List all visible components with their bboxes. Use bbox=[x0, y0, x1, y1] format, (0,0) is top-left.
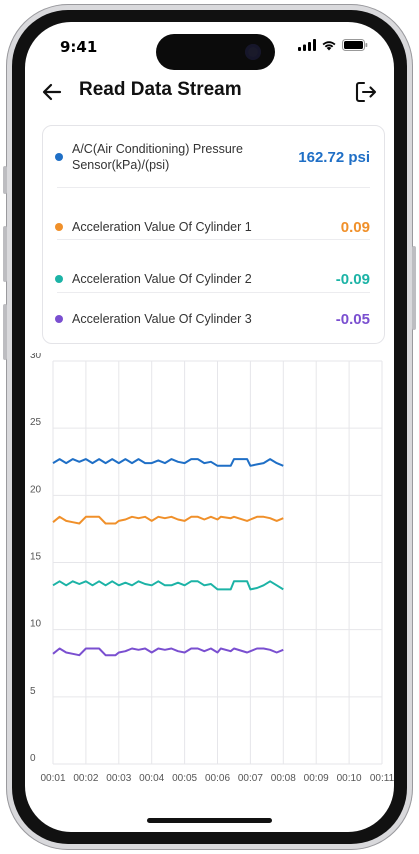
series-line bbox=[52, 458, 284, 467]
volume-down-button bbox=[3, 304, 7, 360]
readings-card: A/C(Air Conditioning) Pressure Sensor(kP… bbox=[42, 125, 385, 344]
reading-row[interactable]: A/C(Air Conditioning) Pressure Sensor(kP… bbox=[55, 140, 370, 174]
app-screen: 9:41 Read Data Stream A/C(Air Conditioni… bbox=[25, 22, 394, 832]
battery-icon bbox=[342, 39, 368, 51]
y-tick-label: 0 bbox=[30, 753, 36, 764]
reading-row[interactable]: Acceleration Value Of Cylinder 2 -0.09 bbox=[55, 265, 370, 293]
x-tick-label: 00:07 bbox=[238, 773, 263, 784]
x-tick-label: 00:11 bbox=[370, 773, 394, 784]
power-button bbox=[412, 246, 416, 330]
volume-up-button bbox=[3, 226, 7, 282]
divider bbox=[57, 292, 370, 293]
wifi-icon bbox=[322, 41, 336, 51]
reading-label: Acceleration Value Of Cylinder 1 bbox=[72, 220, 252, 234]
x-tick-label: 00:04 bbox=[139, 773, 164, 784]
chart-svg: 0 5 10 15 20 25 30 00:01 00:02 00:03 00:04 00:05 00:… bbox=[30, 350, 394, 784]
series-dot bbox=[55, 315, 63, 323]
x-tick-label: 00:03 bbox=[106, 773, 131, 784]
status-time: 9:41 bbox=[60, 38, 98, 56]
exit-icon[interactable] bbox=[353, 79, 379, 105]
y-tick-label: 5 bbox=[30, 686, 36, 697]
divider bbox=[57, 239, 370, 240]
y-tick-label: 30 bbox=[30, 353, 42, 361]
page-title: Read Data Stream bbox=[79, 79, 242, 100]
x-tick-label: 00:05 bbox=[172, 773, 197, 784]
signal-icon bbox=[298, 39, 316, 51]
status-icons bbox=[298, 39, 368, 51]
y-tick-label: 25 bbox=[30, 417, 42, 428]
x-tick-label: 00:02 bbox=[73, 773, 98, 784]
reading-row[interactable]: Acceleration Value Of Cylinder 1 0.09 bbox=[55, 213, 370, 241]
y-tick-label: 15 bbox=[30, 552, 42, 563]
reading-value: 162.72 psi bbox=[298, 148, 370, 166]
line-chart: 0 5 10 15 20 25 30 00:01 00:02 00:03 00:04 00:05 00:… bbox=[25, 350, 394, 793]
series-line bbox=[52, 647, 284, 657]
divider bbox=[57, 187, 370, 188]
x-tick-label: 00:08 bbox=[271, 773, 296, 784]
reading-label: Acceleration Value Of Cylinder 3 bbox=[72, 312, 252, 326]
reading-value: 0.09 bbox=[340, 218, 370, 236]
y-tick-label: 10 bbox=[30, 619, 42, 630]
home-indicator[interactable] bbox=[147, 818, 272, 823]
dynamic-island bbox=[156, 34, 275, 70]
reading-row[interactable]: Acceleration Value Of Cylinder 3 -0.05 bbox=[55, 305, 370, 333]
x-tick-label: 00:06 bbox=[205, 773, 230, 784]
reading-value: -0.05 bbox=[335, 310, 370, 328]
back-arrow-icon[interactable] bbox=[40, 80, 64, 104]
series-line bbox=[52, 580, 284, 591]
camera-icon bbox=[245, 44, 261, 60]
series-dot bbox=[55, 153, 63, 161]
series-line bbox=[52, 515, 284, 525]
series-dot bbox=[55, 223, 63, 231]
x-tick-label: 00:10 bbox=[337, 773, 362, 784]
x-tick-label: 00:01 bbox=[40, 773, 65, 784]
reading-label: Acceleration Value Of Cylinder 2 bbox=[72, 272, 252, 286]
reading-label: A/C(Air Conditioning) Pressure Sensor(kP… bbox=[72, 142, 243, 172]
action-button bbox=[3, 166, 7, 194]
x-tick-label: 00:09 bbox=[304, 773, 329, 784]
series-dot bbox=[55, 275, 63, 283]
reading-value: -0.09 bbox=[335, 270, 370, 288]
y-tick-label: 20 bbox=[30, 484, 42, 495]
